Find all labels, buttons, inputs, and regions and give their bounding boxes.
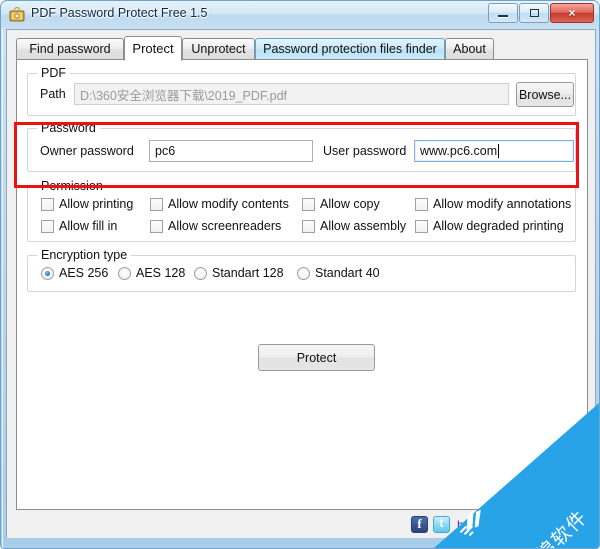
close-icon: × bbox=[568, 6, 576, 20]
tab-protect[interactable]: Protect bbox=[124, 36, 182, 61]
facebook-glyph: f bbox=[417, 516, 422, 531]
minimize-icon bbox=[489, 4, 517, 22]
maximize-icon bbox=[520, 4, 548, 22]
radio-label: Standart 128 bbox=[212, 266, 284, 280]
radio-label: AES 128 bbox=[136, 266, 186, 280]
radio-aes-128[interactable]: AES 128 bbox=[118, 266, 185, 280]
facebook-icon[interactable]: f bbox=[411, 516, 428, 533]
pdf-group: PDF Path D:\360安全浏览器下载\2019_PDF.pdf Brow… bbox=[27, 66, 576, 116]
tab-label: Unprotect bbox=[191, 42, 246, 56]
checkbox-label: Allow assembly bbox=[320, 219, 407, 233]
protect-button[interactable]: Protect bbox=[258, 344, 375, 371]
radio-standart-40[interactable]: Standart 40 bbox=[297, 266, 380, 280]
app-icon bbox=[9, 7, 25, 22]
title-bar: PDF Password Protect Free 1.5 × bbox=[1, 1, 599, 29]
radio-label: Standart 40 bbox=[315, 266, 380, 280]
checkbox-box bbox=[41, 197, 54, 211]
checkbox-allow-modify-annotations[interactable]: Allow modify annotations bbox=[415, 197, 571, 211]
radio-circle bbox=[118, 266, 131, 280]
client-area: Find password Protect Unprotect Password… bbox=[6, 29, 596, 538]
tab-strip: Find password Protect Unprotect Password… bbox=[16, 36, 494, 61]
minimize-button[interactable] bbox=[488, 3, 518, 23]
checkbox-label: Allow modify contents bbox=[168, 197, 289, 211]
user-password-input[interactable]: www.pc6.com bbox=[414, 140, 574, 162]
checkbox-allow-degraded-printing[interactable]: Allow degraded printing bbox=[415, 219, 564, 233]
tab-label: Protect bbox=[132, 41, 174, 56]
browse-button[interactable]: Browse... bbox=[516, 82, 574, 107]
checkbox-allow-copy[interactable]: Allow copy bbox=[302, 197, 380, 211]
pdf-group-legend: PDF bbox=[37, 66, 70, 80]
text-caret bbox=[498, 144, 500, 158]
password-group-legend: Password bbox=[37, 121, 100, 135]
checkbox-label: Allow copy bbox=[320, 197, 380, 211]
encryption-group-legend: Encryption type bbox=[37, 248, 132, 262]
checkbox-label: Allow screenreaders bbox=[168, 219, 282, 233]
radio-circle bbox=[297, 266, 310, 280]
footer-link[interactable]: htt bbox=[457, 518, 470, 532]
checkbox-box bbox=[415, 197, 428, 211]
twitter-glyph: t bbox=[439, 516, 444, 530]
checkbox-label: Allow modify annotations bbox=[433, 197, 572, 211]
tab-label: Password protection files finder bbox=[263, 42, 437, 56]
encryption-type-group: Encryption type AES 256 AES 128 Standart… bbox=[27, 248, 576, 292]
checkbox-box bbox=[302, 197, 315, 211]
owner-password-value: pc6 bbox=[155, 144, 176, 158]
checkbox-label: Allow degraded printing bbox=[433, 219, 564, 233]
checkbox-label: Allow printing bbox=[59, 197, 134, 211]
checkbox-allow-printing[interactable]: Allow printing bbox=[41, 197, 133, 211]
checkbox-box bbox=[41, 219, 54, 233]
checkbox-allow-assembly[interactable]: Allow assembly bbox=[302, 219, 406, 233]
maximize-button[interactable] bbox=[519, 3, 549, 23]
checkbox-allow-modify-contents[interactable]: Allow modify contents bbox=[150, 197, 289, 211]
application-window: PDF Password Protect Free 1.5 × Find pas… bbox=[0, 0, 600, 549]
user-password-value: www.pc6.com bbox=[420, 144, 498, 158]
user-password-label: User password bbox=[323, 144, 407, 158]
twitter-icon[interactable]: t bbox=[433, 516, 450, 533]
tab-panel-protect: PDF Path D:\360安全浏览器下载\2019_PDF.pdf Brow… bbox=[16, 59, 588, 510]
tab-find-password[interactable]: Find password bbox=[16, 38, 124, 60]
close-button[interactable]: × bbox=[550, 3, 594, 23]
checkbox-box bbox=[150, 197, 163, 211]
checkbox-box bbox=[302, 219, 315, 233]
tab-label: About bbox=[453, 42, 486, 56]
password-group: Password Owner password pc6 User passwor… bbox=[27, 121, 576, 172]
radio-standart-128[interactable]: Standart 128 bbox=[194, 266, 284, 280]
radio-aes-256[interactable]: AES 256 bbox=[41, 266, 108, 280]
checkbox-label: Allow fill in bbox=[59, 219, 118, 233]
permission-group-legend: Permission bbox=[37, 179, 107, 193]
path-input[interactable]: D:\360安全浏览器下载\2019_PDF.pdf bbox=[74, 83, 509, 105]
path-label: Path bbox=[40, 87, 66, 101]
radio-label: AES 256 bbox=[59, 266, 109, 280]
window-title: PDF Password Protect Free 1.5 bbox=[31, 6, 208, 20]
radio-circle bbox=[194, 266, 207, 280]
checkbox-box bbox=[150, 219, 163, 233]
tab-label: Find password bbox=[29, 42, 111, 56]
tab-password-protection-files-finder[interactable]: Password protection files finder bbox=[255, 38, 445, 60]
checkbox-allow-screenreaders[interactable]: Allow screenreaders bbox=[150, 219, 281, 233]
checkbox-allow-fill-in[interactable]: Allow fill in bbox=[41, 219, 117, 233]
owner-password-input[interactable]: pc6 bbox=[149, 140, 313, 162]
owner-password-label: Owner password bbox=[40, 144, 134, 158]
protect-button-label: Protect bbox=[296, 350, 337, 365]
tab-about[interactable]: About bbox=[445, 38, 494, 60]
radio-circle bbox=[41, 266, 54, 280]
permission-group: Permission Allow printing Allow modify c… bbox=[27, 179, 576, 242]
path-input-value: D:\360安全浏览器下载\2019_PDF.pdf bbox=[80, 88, 288, 103]
browse-button-label: Browse... bbox=[518, 87, 572, 102]
tab-unprotect[interactable]: Unprotect bbox=[182, 38, 255, 60]
checkbox-box bbox=[415, 219, 428, 233]
